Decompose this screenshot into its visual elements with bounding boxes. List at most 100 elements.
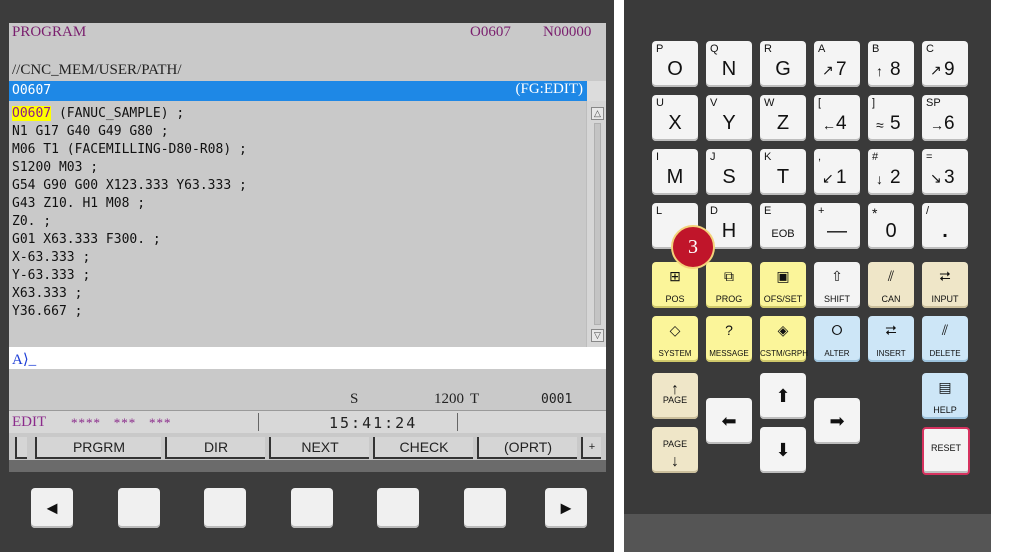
key-reset[interactable]: RESET: [922, 427, 970, 475]
key-7[interactable]: A ↗ 7: [814, 41, 860, 87]
key-t[interactable]: KT: [760, 149, 806, 195]
key-0[interactable]: * 0: [868, 203, 914, 249]
prog-icon: ⧉: [724, 268, 734, 284]
tool-label: T: [470, 391, 480, 407]
editor-scrollbar[interactable]: △ ▽: [586, 101, 606, 347]
hw-softkey-4-button[interactable]: [377, 488, 419, 528]
help-icon: ▤: [938, 379, 952, 395]
key-eob[interactable]: E EOB: [760, 203, 806, 249]
shift-icon: ⇧: [831, 268, 843, 284]
tool-value: 0001: [541, 392, 573, 407]
key-input[interactable]: ⮂ INPUT: [922, 262, 968, 308]
program-number: O0607: [470, 24, 511, 40]
key-custom-graph[interactable]: ◈ CSTM/GRPH: [760, 316, 808, 362]
soft-key-prgrm[interactable]: PRGRM: [35, 437, 161, 459]
key-s[interactable]: JS: [706, 149, 752, 195]
key-dot[interactable]: /.: [922, 203, 968, 249]
key-page-down[interactable]: PAGE ↓: [652, 427, 698, 473]
key-cursor-right[interactable]: ➡: [814, 398, 860, 444]
hw-softkey-2-button[interactable]: [204, 488, 246, 528]
edit-mode-tag: (FG:EDIT): [515, 81, 584, 97]
scroll-down-arrow-icon[interactable]: ▽: [591, 329, 604, 342]
key-insert[interactable]: ⮂ INSERT: [868, 316, 914, 362]
message-row: [9, 369, 606, 390]
code-line[interactable]: Y36.667 ;: [12, 303, 82, 320]
code-line[interactable]: S1200 M03 ;: [12, 159, 98, 176]
code-line[interactable]: G54 G90 G00 X123.333 Y63.333 ;: [12, 177, 247, 194]
code-line[interactable]: X63.333 ;: [12, 285, 82, 302]
soft-key-dir[interactable]: DIR: [165, 437, 265, 459]
key-offset-setting[interactable]: ▣ OFS/SET: [760, 262, 806, 308]
pos-icon: ⊞: [669, 268, 681, 284]
key-8[interactable]: B ↑ 8: [868, 41, 914, 87]
soft-key-next[interactable]: NEXT: [269, 437, 369, 459]
screen-bottom-edge: [9, 460, 606, 472]
code-line[interactable]: G43 Z10. H1 M08 ;: [12, 195, 145, 212]
key-shift[interactable]: ⇧ SHIFT: [814, 262, 860, 308]
key-5[interactable]: ] ≈5: [868, 95, 914, 141]
delete-icon: ⫽: [941, 322, 949, 338]
code-line[interactable]: G01 X63.333 F300. ;: [12, 231, 161, 248]
keypad-bottom-band: [624, 514, 991, 552]
program-path: //CNC_MEM/USER/PATH/: [12, 62, 182, 78]
key-can[interactable]: ⫽ CAN: [868, 262, 914, 308]
soft-key-plus[interactable]: +: [581, 437, 601, 459]
key-2[interactable]: # ↓ 2: [868, 149, 914, 195]
key-cursor-down[interactable]: ⬇: [760, 427, 806, 473]
status-divider: [457, 413, 458, 431]
key-x[interactable]: UX: [652, 95, 698, 141]
key-prog[interactable]: ⧉ PROG: [706, 262, 752, 308]
alter-icon: ⭘: [831, 322, 843, 338]
code-line[interactable]: X-63.333 ;: [12, 249, 90, 266]
key-delete[interactable]: ⫽ DELETE: [922, 316, 968, 362]
key-message[interactable]: ? MESSAGE: [706, 316, 752, 362]
insert-icon: ⮂: [885, 322, 897, 338]
screen-title: PROGRAM: [12, 24, 87, 40]
code-line[interactable]: N1 G17 G40 G49 G80 ;: [12, 123, 169, 140]
key-n[interactable]: QN: [706, 41, 752, 87]
key-input-buffer[interactable]: A⟩_: [9, 347, 606, 369]
scroll-up-arrow-icon[interactable]: △: [591, 107, 604, 120]
key-system[interactable]: ◇ SYSTEM: [652, 316, 698, 362]
key-m[interactable]: IM: [652, 149, 698, 195]
sequence-number: N00000: [543, 24, 592, 40]
code-line[interactable]: M06 T1 (FACEMILLING-D80-R08) ;: [12, 141, 247, 158]
hw-softkey-1-button[interactable]: [118, 488, 160, 528]
program-editor[interactable]: O0607 (FANUC_SAMPLE) ; N1 G17 G40 G49 G8…: [9, 101, 585, 347]
key-1[interactable]: , ↙ 1: [814, 149, 860, 195]
key-help[interactable]: ▤ HELP: [922, 373, 968, 419]
hw-softkey-right-button[interactable]: ►: [545, 488, 587, 528]
graph-icon: ◈: [777, 322, 789, 338]
key-page-up[interactable]: ↑ PAGE: [652, 373, 698, 419]
hw-softkey-3-button[interactable]: [291, 488, 333, 528]
key-4[interactable]: [← 4: [814, 95, 860, 141]
key-9[interactable]: C ↗ 9: [922, 41, 968, 87]
soft-key-oprt[interactable]: (OPRT): [477, 437, 577, 459]
code-line[interactable]: O0607 (FANUC_SAMPLE) ;: [12, 105, 184, 122]
input-prompt: A⟩_: [12, 352, 37, 368]
code-line[interactable]: Z0. ;: [12, 213, 51, 230]
selected-program-bar[interactable]: O0607 (FG:EDIT): [9, 81, 587, 101]
key-3[interactable]: = ↘ 3: [922, 149, 968, 195]
soft-key-check[interactable]: CHECK: [373, 437, 473, 459]
hw-softkey-5-button[interactable]: [464, 488, 506, 528]
clock: 15:41:24: [329, 414, 418, 432]
key-minus[interactable]: + —: [814, 203, 860, 249]
key-cursor-left[interactable]: ⬅: [706, 398, 752, 444]
key-6[interactable]: SP → 6: [922, 95, 968, 141]
key-y[interactable]: VY: [706, 95, 752, 141]
key-cursor-up[interactable]: ⬆: [760, 373, 806, 419]
page-down-arrow-icon: ↓: [671, 453, 679, 470]
status-divider: [258, 413, 259, 431]
key-o[interactable]: PO: [652, 41, 698, 87]
code-line[interactable]: Y-63.333 ;: [12, 267, 90, 284]
key-g[interactable]: RG: [760, 41, 806, 87]
key-alter[interactable]: ⭘ ALTER: [814, 316, 860, 362]
step-number-badge: 3: [671, 225, 715, 269]
key-z[interactable]: WZ: [760, 95, 806, 141]
soft-key-left-edge[interactable]: [15, 437, 27, 459]
mode-indicator: EDIT: [12, 414, 47, 430]
hw-softkey-left-button[interactable]: ◄: [31, 488, 73, 528]
scroll-thumb[interactable]: [594, 123, 601, 325]
cancel-icon: ⫽: [887, 268, 895, 284]
